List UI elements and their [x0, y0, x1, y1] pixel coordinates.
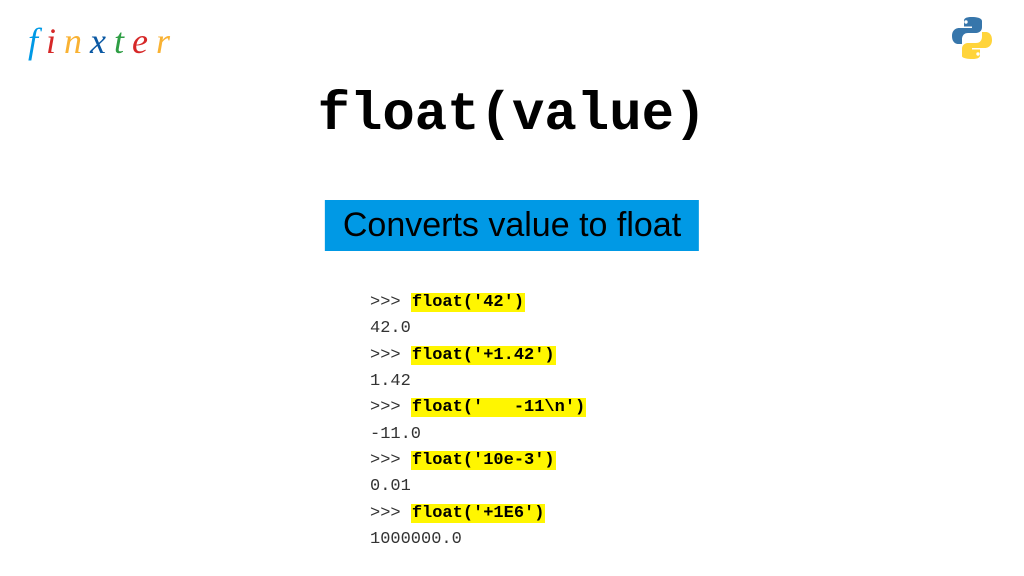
repl-prompt: >>>: [370, 504, 411, 523]
logo-letter: n: [64, 20, 90, 62]
code-input-line: >>> float('+1E6'): [370, 501, 586, 527]
page-title: float(value): [0, 85, 1024, 146]
logo-letter: f: [28, 20, 46, 62]
code-output-line: 1.42: [370, 369, 586, 395]
logo-letter: t: [114, 20, 132, 62]
code-input-line: >>> float(' -11\n'): [370, 395, 586, 421]
repl-prompt: >>>: [370, 398, 411, 417]
logo-letter: i: [46, 20, 64, 62]
repl-prompt: >>>: [370, 346, 411, 365]
logo-letter: x: [90, 20, 114, 62]
subtitle-box: Converts value to float: [325, 200, 699, 251]
python-icon: [948, 14, 996, 62]
code-call: float('10e-3'): [411, 451, 556, 470]
code-output-line: -11.0: [370, 422, 586, 448]
code-input-line: >>> float('10e-3'): [370, 448, 586, 474]
code-call: float(' -11\n'): [411, 398, 586, 417]
finxter-logo: finxter: [28, 20, 178, 62]
repl-prompt: >>>: [370, 451, 411, 470]
code-output-line: 0.01: [370, 474, 586, 500]
code-output-line: 1000000.0: [370, 527, 586, 553]
repl-prompt: >>>: [370, 293, 411, 312]
code-output-line: 42.0: [370, 316, 586, 342]
code-input-line: >>> float('+1.42'): [370, 343, 586, 369]
code-input-line: >>> float('42'): [370, 290, 586, 316]
code-example-block: >>> float('42')42.0>>> float('+1.42')1.4…: [370, 290, 586, 553]
code-call: float('42'): [411, 293, 525, 312]
code-call: float('+1.42'): [411, 346, 556, 365]
logo-letter: e: [132, 20, 156, 62]
logo-letter: r: [156, 20, 178, 62]
subtitle-text: Converts value to float: [343, 206, 681, 245]
code-call: float('+1E6'): [411, 504, 546, 523]
